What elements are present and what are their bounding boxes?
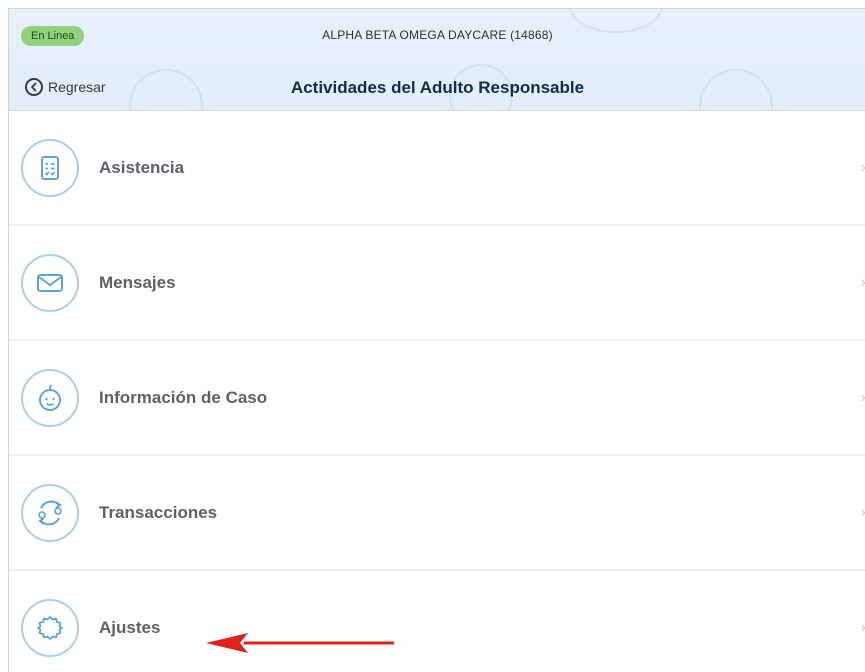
- gear-icon: [21, 598, 79, 657]
- exchange-cycle-icon: [21, 483, 79, 542]
- menu-item-label: Asistencia: [99, 157, 185, 177]
- header-bar: En Linea ALPHA BETA OMEGA DAYCARE (14868…: [9, 9, 865, 111]
- menu-item-label: Transacciones: [99, 502, 218, 522]
- menu-item-mensajes[interactable]: Mensajes ›: [9, 226, 865, 341]
- chevron-right-icon: ›: [861, 619, 865, 637]
- chevron-right-icon: ›: [861, 504, 865, 522]
- menu-item-asistencia[interactable]: Asistencia ›: [9, 111, 865, 226]
- envelope-icon: [21, 253, 79, 312]
- menu-item-informacion-de-caso[interactable]: Información de Caso ›: [9, 341, 865, 456]
- menu-item-ajustes[interactable]: Ajustes ›: [9, 571, 865, 672]
- center-name-title: ALPHA BETA OMEGA DAYCARE (14868): [322, 28, 553, 42]
- menu-item-label: Mensajes: [99, 272, 176, 292]
- chevron-right-icon: ›: [861, 159, 865, 177]
- menu-item-label: Información de Caso: [99, 387, 268, 407]
- page-title: Actividades del Adulto Responsable: [290, 78, 585, 97]
- menu-item-label: Ajustes: [99, 617, 161, 637]
- chevron-right-icon: ›: [861, 274, 865, 292]
- menu-item-transacciones[interactable]: Transacciones ›: [9, 456, 865, 571]
- app-window: En Linea ALPHA BETA OMEGA DAYCARE (14868…: [8, 8, 865, 672]
- attendance-checklist-icon: [21, 138, 79, 197]
- baby-face-icon: [21, 368, 79, 427]
- red-arrow-annotation: [206, 633, 394, 653]
- activities-menu-list: Asistencia › Mensajes ›: [9, 111, 865, 672]
- chevron-right-icon: ›: [861, 389, 865, 407]
